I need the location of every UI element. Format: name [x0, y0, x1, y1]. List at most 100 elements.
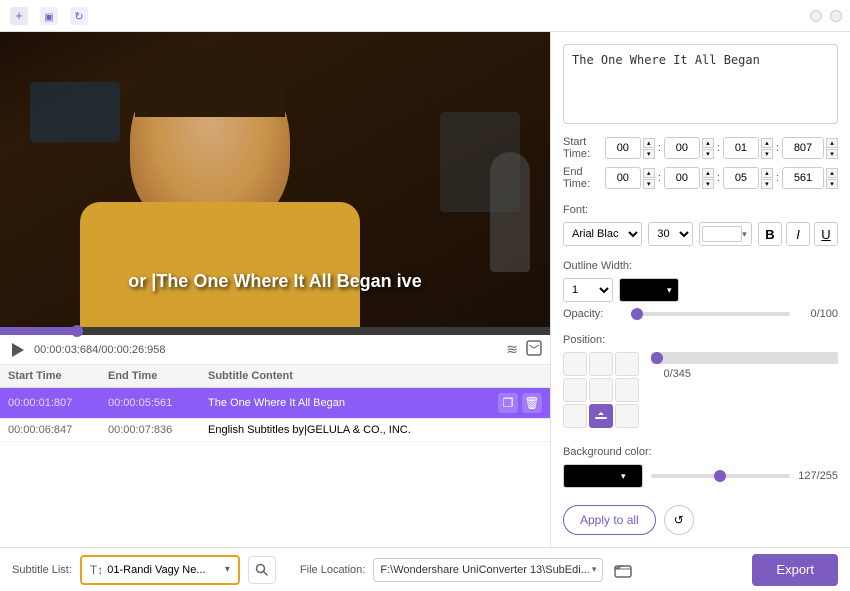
app-icon-convert[interactable]: ▣	[38, 5, 60, 27]
bold-button[interactable]: B	[758, 222, 782, 246]
position-slider[interactable]	[651, 352, 838, 364]
spinner-up[interactable]: ▴	[761, 168, 773, 178]
table-row[interactable]: 00:00:01:807 00:00:05:561 The One Where …	[0, 388, 550, 419]
start-min-input[interactable]	[664, 137, 700, 159]
end-hour-spinner[interactable]: ▴ ▾	[643, 168, 655, 189]
progress-thumb[interactable]	[71, 325, 83, 337]
start-min-spinner[interactable]: ▴ ▾	[702, 138, 714, 159]
spinner-down[interactable]: ▾	[761, 149, 773, 159]
end-hour-input[interactable]	[605, 167, 641, 189]
bg-color-label: Background color:	[563, 446, 838, 458]
pos-cell-mr[interactable]	[615, 378, 639, 402]
file-path-text: F:\Wondershare UniConverter 13\SubEdi...	[380, 564, 590, 576]
outline-row: 1 ▾	[563, 278, 838, 302]
start-ms-spinner[interactable]: ▴ ▾	[826, 138, 838, 159]
spinner-up[interactable]: ▴	[826, 168, 838, 178]
font-family-select[interactable]: Arial Blac	[563, 222, 642, 246]
end-time-inputs: ▴ ▾ : ▴ ▾ : ▴ ▾ : ▴ ▾	[605, 167, 838, 189]
spinner-down[interactable]: ▾	[826, 149, 838, 159]
subtitle-overlay: or |The One Where It All Began ive	[0, 271, 550, 292]
spinner-down[interactable]: ▾	[702, 179, 714, 189]
apply-to-all-button[interactable]: Apply to all	[563, 505, 656, 535]
waveform-icon[interactable]: ≋	[506, 341, 518, 358]
end-min-spinner[interactable]: ▴ ▾	[702, 168, 714, 189]
outline-width-label: Outline Width:	[563, 260, 838, 272]
pos-cell-bl[interactable]	[563, 404, 587, 428]
spinner-down[interactable]: ▾	[643, 149, 655, 159]
font-color-swatch	[702, 226, 742, 242]
pos-cell-ml[interactable]	[563, 378, 587, 402]
svg-text:▣: ▣	[44, 12, 53, 23]
file-browse-button[interactable]	[611, 558, 635, 582]
spinner-up[interactable]: ▴	[643, 138, 655, 148]
end-sec-input[interactable]	[723, 167, 759, 189]
pos-cell-bc[interactable]	[589, 404, 613, 428]
subtitle-list-label: Subtitle List:	[12, 564, 72, 576]
start-hour-input[interactable]	[605, 137, 641, 159]
pos-cell-tr[interactable]	[615, 352, 639, 376]
outline-color-picker[interactable]: ▾	[619, 278, 679, 302]
export-button[interactable]: Export	[752, 554, 838, 586]
position-slider-area: 0/345	[651, 352, 838, 380]
underline-button[interactable]: U	[814, 222, 838, 246]
spinner-down[interactable]: ▾	[702, 149, 714, 159]
subtitle-list-value: 01-Randi Vagy Ne...	[107, 564, 221, 576]
pos-cell-br[interactable]	[615, 404, 639, 428]
opacity-slider[interactable]	[631, 312, 790, 316]
spinner-down[interactable]: ▾	[761, 179, 773, 189]
start-time-inputs: ▴ ▾ : ▴ ▾ : ▴ ▾ : ▴ ▾	[605, 137, 838, 159]
italic-button[interactable]: I	[786, 222, 810, 246]
copy-subtitle-button[interactable]: ❐	[498, 393, 518, 413]
opacity-value: 0/100	[798, 308, 838, 320]
delete-subtitle-button[interactable]: 🗑	[522, 393, 542, 413]
row-end-time: 00:00:07:836	[108, 424, 208, 436]
bg-color-picker[interactable]: ▾	[563, 464, 643, 488]
pos-cell-tl[interactable]	[563, 352, 587, 376]
opacity-row: Opacity: 0/100	[563, 308, 838, 320]
app-icon-refresh[interactable]: ↻	[68, 5, 90, 27]
font-size-select[interactable]: 30	[648, 222, 693, 246]
bg-opacity-slider[interactable]	[651, 474, 790, 478]
row-end-time: 00:00:05:561	[108, 397, 208, 409]
end-ms-spinner[interactable]: ▴ ▾	[826, 168, 838, 189]
spinner-up[interactable]: ▴	[702, 168, 714, 178]
minimize-button[interactable]	[810, 10, 822, 22]
end-min-input[interactable]	[664, 167, 700, 189]
refresh-button[interactable]: ↺	[664, 505, 694, 535]
start-sec-input[interactable]	[723, 137, 759, 159]
spinner-down[interactable]: ▾	[826, 179, 838, 189]
start-hour-spinner[interactable]: ▴ ▾	[643, 138, 655, 159]
subtitle-list-dropdown[interactable]: T↕ 01-Randi Vagy Ne...	[80, 555, 240, 585]
pos-cell-tc[interactable]	[589, 352, 613, 376]
progress-bar-fill	[0, 327, 77, 335]
font-label: Font:	[563, 204, 838, 216]
close-button[interactable]	[830, 10, 842, 22]
outline-width-select[interactable]: 1	[563, 278, 613, 302]
start-ms-input[interactable]	[782, 137, 824, 159]
svg-text:↻: ↻	[74, 11, 83, 23]
font-color-picker[interactable]: ▾	[699, 222, 752, 246]
spinner-down[interactable]: ▾	[643, 179, 655, 189]
app-icon-add[interactable]: +	[8, 5, 30, 27]
end-sec-spinner[interactable]: ▴ ▾	[761, 168, 773, 189]
spinner-up[interactable]: ▴	[702, 138, 714, 148]
play-button[interactable]	[8, 341, 26, 359]
expand-icon[interactable]	[526, 340, 542, 359]
end-ms-input[interactable]	[782, 167, 824, 189]
spinner-up[interactable]: ▴	[826, 138, 838, 148]
table-row[interactable]: 00:00:06:847 00:00:07:836 English Subtit…	[0, 419, 550, 442]
bg-color-swatch	[566, 468, 621, 484]
progress-bar[interactable]	[0, 327, 550, 335]
row-start-time: 00:00:06:847	[8, 424, 108, 436]
start-time-label: Start Time:	[563, 136, 601, 160]
subtitle-text: or |The One Where It All Began ive	[128, 271, 421, 291]
pos-cell-mc[interactable]	[589, 378, 613, 402]
total-time: 00:00:26:958	[101, 344, 165, 356]
subtitle-text-input[interactable]	[563, 44, 838, 124]
right-panel: Start Time: ▴ ▾ : ▴ ▾ : ▴ ▾	[550, 32, 850, 547]
spinner-up[interactable]: ▴	[761, 138, 773, 148]
search-button[interactable]	[248, 556, 276, 584]
video-area: or |The One Where It All Began ive	[0, 32, 550, 327]
spinner-up[interactable]: ▴	[643, 168, 655, 178]
start-sec-spinner[interactable]: ▴ ▾	[761, 138, 773, 159]
